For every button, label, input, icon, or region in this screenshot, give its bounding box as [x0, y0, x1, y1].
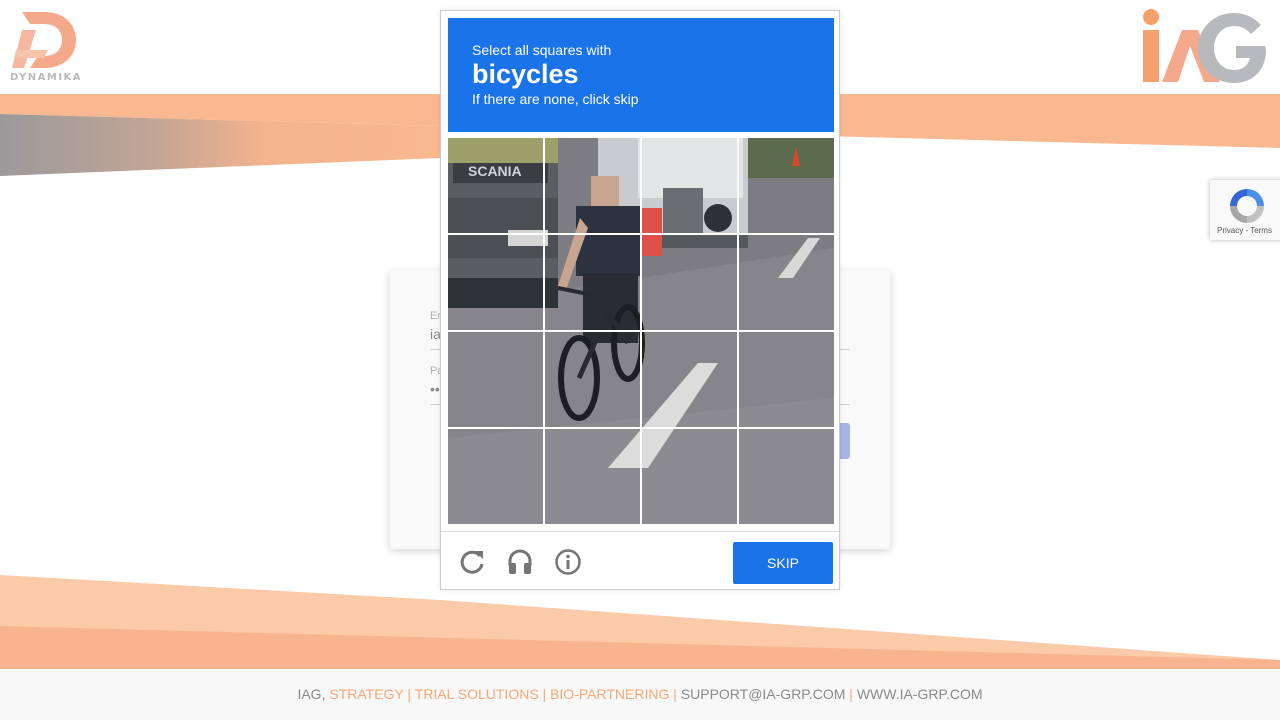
footer-support-email-link[interactable]: SUPPORT@IA-GRP.COM [681, 686, 846, 702]
info-icon[interactable] [554, 548, 582, 576]
footer-iag: IAG, [297, 686, 326, 702]
iag-logo [1140, 8, 1268, 84]
reload-icon[interactable] [458, 548, 486, 576]
password-value: •• [430, 381, 440, 397]
page-footer: IAG, STRATEGY | TRIAL SOLUTIONS | BIO-PA… [0, 669, 1280, 720]
captcha-hint: If there are none, click skip [472, 91, 639, 107]
skip-button[interactable]: SKIP [733, 542, 833, 584]
iag-logo-mark [1143, 9, 1266, 83]
grid-lines [448, 138, 834, 524]
footer-separator: | [407, 686, 412, 702]
footer-bio-partnering-link[interactable]: BIO-PARTNERING [550, 686, 669, 702]
badge-privacy-terms[interactable]: Privacy - Terms [1217, 226, 1272, 235]
recaptcha-icon [1230, 189, 1264, 223]
audio-icon[interactable] [506, 548, 534, 576]
dynamika-logo-mark [12, 12, 76, 68]
footer-separator: | [542, 686, 547, 702]
captcha-footer: SKIP [441, 531, 839, 589]
footer-website-link[interactable]: WWW.IA-GRP.COM [857, 686, 983, 702]
captcha-image-grid: SCANIA [448, 138, 834, 524]
footer-trial-solutions-link[interactable]: TRIAL SOLUTIONS [415, 686, 539, 702]
captcha-target: bicycles [472, 59, 579, 89]
captcha-instruction: Select all squares with [472, 42, 612, 58]
dynamika-logo: DYNAMIKA [8, 10, 88, 86]
footer-separator: | [673, 686, 677, 702]
captcha-header: Select all squares with bicycles If ther… [448, 18, 834, 132]
recaptcha-badge[interactable]: Privacy - Terms [1210, 180, 1280, 240]
footer-separator: | [849, 686, 853, 702]
footer-strategy-link[interactable]: STRATEGY [329, 686, 403, 702]
captcha-challenge: Select all squares with bicycles If ther… [440, 10, 840, 590]
dynamika-logo-text: DYNAMIKA [9, 72, 83, 83]
